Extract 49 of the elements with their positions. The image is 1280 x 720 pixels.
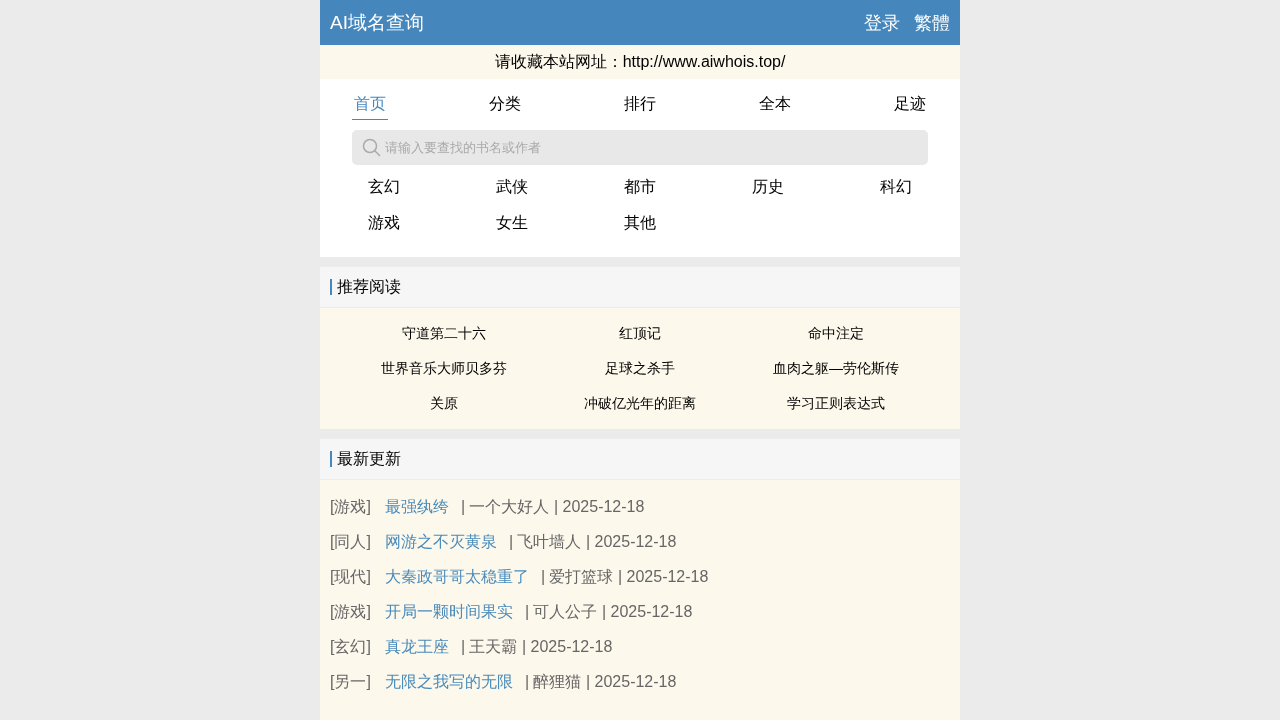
genre-label: [游戏] bbox=[330, 602, 371, 622]
book-link[interactable]: 血肉之躯—劳伦斯传 bbox=[738, 351, 934, 386]
notice-text: 请收藏本站网址：http://www.aiwhois.top/ bbox=[320, 45, 960, 79]
site-title: AI域名查询 bbox=[330, 10, 424, 35]
author-date: | 王天霸 | 2025-12-18 bbox=[460, 637, 613, 657]
author-date: | 飞叶墙人 | 2025-12-18 bbox=[508, 532, 677, 552]
nav-tab[interactable]: 排行 bbox=[622, 88, 658, 120]
category-link[interactable]: 都市 bbox=[576, 169, 704, 205]
book-link[interactable]: 世界音乐大师贝多芬 bbox=[346, 351, 542, 386]
author-date: | 可人公子 | 2025-12-18 bbox=[524, 602, 693, 622]
book-link[interactable]: 守道第二十六 bbox=[346, 316, 542, 351]
section-title: 最新更新 bbox=[337, 448, 401, 469]
book-link[interactable]: 学习正则表达式 bbox=[738, 386, 934, 421]
genre-label: [另一] bbox=[330, 672, 371, 692]
book-link[interactable]: 冲破亿光年的距离 bbox=[542, 386, 738, 421]
category-link[interactable]: 游戏 bbox=[320, 205, 448, 241]
book-link[interactable]: 命中注定 bbox=[738, 316, 934, 351]
accent-bar bbox=[330, 451, 332, 467]
book-link[interactable]: 真龙王座 bbox=[384, 637, 449, 658]
genre-label: [玄幻] bbox=[330, 637, 371, 657]
header-link[interactable]: 登录 bbox=[864, 10, 900, 35]
category-link[interactable]: 历史 bbox=[704, 169, 832, 205]
category-link[interactable]: 玄幻 bbox=[320, 169, 448, 205]
book-link[interactable]: 最强纨绔 bbox=[384, 497, 449, 518]
book-link[interactable]: 关原 bbox=[346, 386, 542, 421]
book-link[interactable]: 大秦政哥哥太稳重了 bbox=[384, 567, 529, 588]
book-link[interactable]: 足球之杀手 bbox=[542, 351, 738, 386]
book-link[interactable]: 红顶记 bbox=[542, 316, 738, 351]
genre-label: [同人] bbox=[330, 532, 371, 552]
author-date: | 醉狸猫 | 2025-12-18 bbox=[524, 672, 677, 692]
nav-tab[interactable]: 分类 bbox=[487, 88, 523, 120]
category-link[interactable]: 武侠 bbox=[448, 169, 576, 205]
category-link[interactable]: 科幻 bbox=[832, 169, 960, 205]
accent-bar bbox=[330, 279, 332, 295]
author-date: | 一个大好人 | 2025-12-18 bbox=[460, 497, 645, 517]
nav-tab[interactable]: 全本 bbox=[757, 88, 793, 120]
genre-label: [现代] bbox=[330, 567, 371, 587]
search-icon bbox=[362, 138, 382, 158]
section-title: 推荐阅读 bbox=[337, 276, 401, 297]
book-link[interactable]: 开局一颗时间果实 bbox=[384, 602, 513, 623]
book-link[interactable]: 网游之不灭黄泉 bbox=[384, 532, 497, 553]
category-link[interactable]: 其他 bbox=[576, 205, 704, 241]
nav-tab[interactable]: 首页 bbox=[352, 88, 388, 120]
book-link[interactable]: 无限之我写的无限 bbox=[384, 672, 513, 693]
author-date: | 爱打篮球 | 2025-12-18 bbox=[540, 567, 709, 587]
genre-label: [游戏] bbox=[330, 497, 371, 517]
nav-tab[interactable]: 足迹 bbox=[892, 88, 928, 120]
header-link[interactable]: 繁體 bbox=[914, 10, 950, 35]
category-link[interactable]: 女生 bbox=[448, 205, 576, 241]
